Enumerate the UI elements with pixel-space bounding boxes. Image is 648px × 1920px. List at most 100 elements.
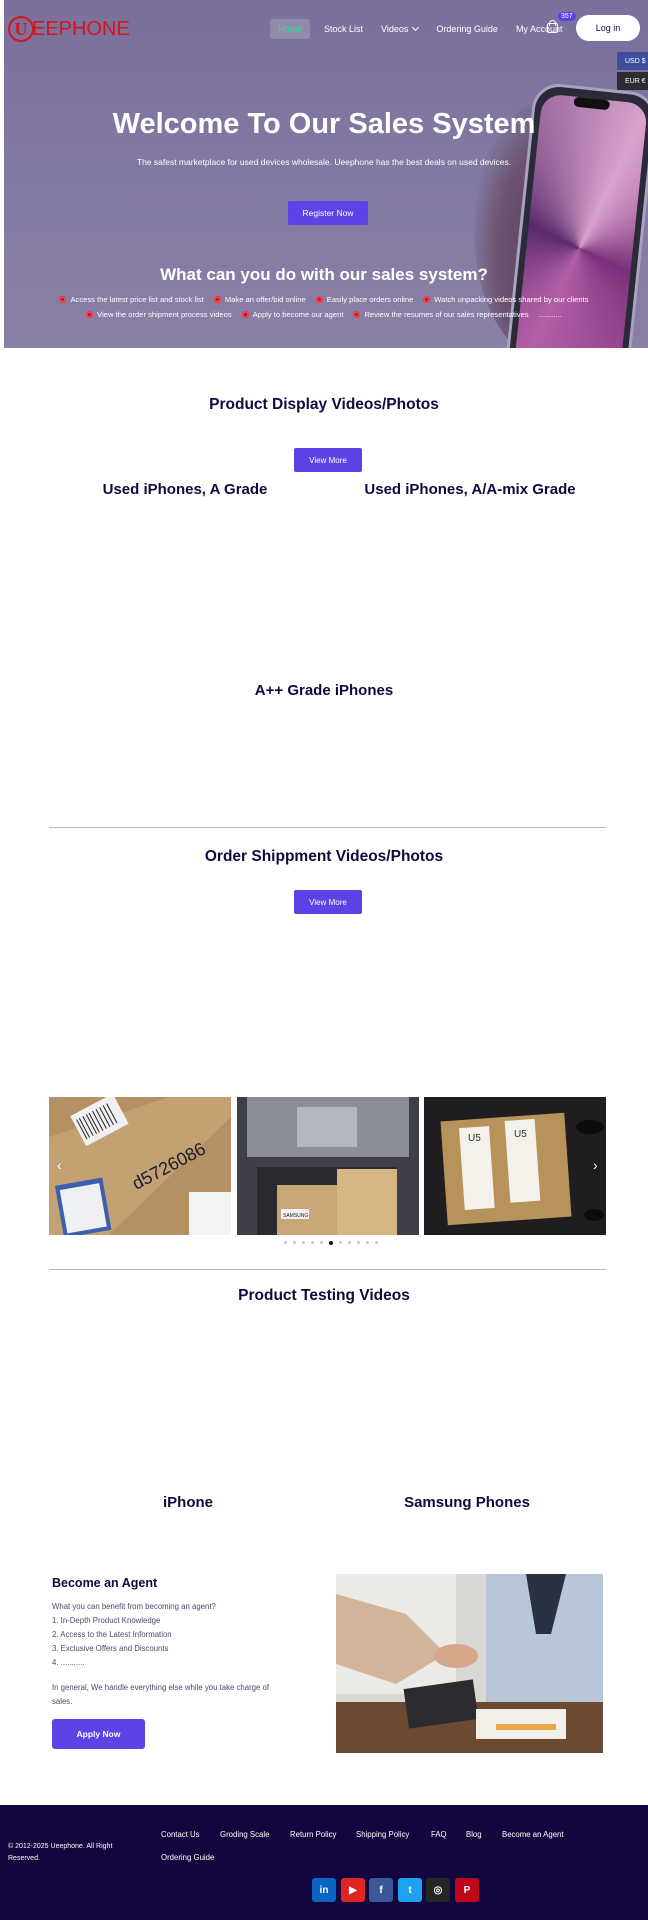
copyright-text: © 2012-2025 Ueephone. All Right Reserved…: [8, 1843, 113, 1862]
footer-link-ordering-guide[interactable]: Ordering Guide: [161, 1853, 214, 1862]
nav-home[interactable]: Home: [270, 19, 311, 39]
footer-link-return-policy[interactable]: Return Policy: [290, 1830, 336, 1839]
agent-benefit-intro: What you can benefit from becoming an ag…: [52, 1602, 216, 1611]
bullet-icon: [353, 311, 361, 318]
agent-benefit-item: 2. Access to the Latest Information: [52, 1630, 172, 1639]
features-row-1: Access the latest price list and stock l…: [0, 295, 648, 304]
footer-link-faq[interactable]: FAQ: [431, 1830, 447, 1839]
currency-eur[interactable]: EUR €: [617, 72, 648, 90]
box-label-text: U5: [514, 1129, 527, 1140]
shipment-title: Order Shippment Videos/Photos: [204, 848, 444, 865]
youtube-icon[interactable]: ▶: [341, 1878, 365, 1902]
pinterest-icon[interactable]: P: [455, 1878, 479, 1902]
footer-link-grading-scale[interactable]: Groding Scale: [220, 1830, 269, 1839]
instagram-icon[interactable]: ◎: [426, 1878, 450, 1902]
cart-count-badge: 357: [558, 12, 576, 21]
hero-phone-image: [474, 60, 648, 348]
feature-item: Easily place orders online: [315, 295, 414, 304]
features-row-2: View the order shipment process videos A…: [0, 310, 648, 319]
agent-summary: In general, We handle everything else wh…: [52, 1683, 270, 1692]
hero-subtitle: The safest marketplace for used devices …: [136, 157, 512, 167]
a-plus-plus-grade-title: A++ Grade iPhones: [254, 682, 394, 699]
box-label-text: U5: [468, 1133, 481, 1144]
carousel-slide[interactable]: SAMSUNG: [237, 1097, 419, 1235]
carousel-dot[interactable]: [284, 1241, 287, 1244]
footer-link-blog[interactable]: Blog: [466, 1830, 482, 1839]
login-button[interactable]: Log in: [576, 15, 640, 41]
feature-item: View the order shipment process videos: [86, 310, 232, 319]
bullet-icon: [315, 296, 323, 303]
shipment-view-more-button[interactable]: View More: [294, 890, 362, 914]
carousel-dot-active[interactable]: [329, 1240, 333, 1245]
box-brand-text: SAMSUNG: [283, 1213, 308, 1219]
chevron-left-icon[interactable]: ‹: [57, 1157, 62, 1173]
product-display-view-more-button[interactable]: View More: [294, 448, 362, 472]
agent-title: Become an Agent: [52, 1576, 158, 1590]
cart-icon[interactable]: [546, 20, 560, 34]
feature-label: Review the resumes of our sales represen…: [364, 310, 529, 319]
nav-ordering-guide[interactable]: Ordering Guide: [436, 24, 498, 34]
twitter-icon[interactable]: t: [398, 1878, 422, 1902]
agent-benefit-item: 1. In-Depth Product Knowledge: [52, 1616, 161, 1625]
site-logo[interactable]: U EEPHONE: [8, 14, 130, 44]
feature-item: Watch unpacking videos shared by our cli…: [423, 295, 589, 304]
feature-label: Access the latest price list and stock l…: [70, 295, 204, 304]
carousel-dot[interactable]: [320, 1241, 323, 1244]
samsung-phones-title: Samsung Phones: [404, 1494, 530, 1511]
agent-summary: sales.: [52, 1697, 73, 1706]
bullet-icon: [423, 296, 431, 303]
logo-mark: U: [8, 16, 34, 42]
bullet-icon: [59, 296, 67, 303]
bullet-icon: [86, 311, 94, 318]
handshake-image: [336, 1574, 603, 1753]
carousel-dot[interactable]: [339, 1241, 342, 1244]
hero-title: Welcome To Our Sales System: [112, 108, 536, 140]
divider: [49, 827, 606, 828]
chevron-right-icon[interactable]: ›: [593, 1157, 598, 1173]
feature-more: ...........: [538, 310, 562, 319]
carousel-dot[interactable]: [366, 1241, 369, 1244]
product-display-title: Product Display Videos/Photos: [209, 396, 439, 413]
carousel-dots: [284, 1240, 384, 1245]
used-iphones-a-mix-title: Used iPhones, A/A-mix Grade: [364, 481, 576, 498]
feature-item: Apply to become our agent: [241, 310, 344, 319]
used-iphones-a-grade-title: Used iPhones, A Grade: [102, 481, 268, 498]
feature-label: Watch unpacking videos shared by our cli…: [434, 295, 589, 304]
feature-item: Review the resumes of our sales represen…: [353, 310, 529, 319]
agent-benefit-item: 3. Exclusive Offers and Discounts: [52, 1644, 169, 1653]
main-nav: Home Stock List Videos Ordering Guide My…: [270, 18, 580, 40]
feature-label: Make an offer/bid online: [224, 295, 306, 304]
carousel-dot[interactable]: [302, 1241, 305, 1244]
feature-label: View the order shipment process videos: [97, 310, 232, 319]
feature-label: Easily place orders online: [326, 295, 414, 304]
facebook-icon[interactable]: f: [369, 1878, 393, 1902]
footer-link-contact-us[interactable]: Contact Us: [161, 1830, 200, 1839]
register-button[interactable]: Register Now: [288, 201, 368, 225]
product-testing-title: Product Testing Videos: [238, 1287, 410, 1304]
nav-videos[interactable]: Videos: [381, 23, 420, 34]
footer-link-shipping-policy[interactable]: Shipping Policy: [356, 1830, 409, 1839]
apply-now-button[interactable]: Apply Now: [52, 1719, 145, 1749]
currency-usd[interactable]: USD $: [617, 52, 648, 70]
carousel-dot[interactable]: [348, 1241, 351, 1244]
feature-item: Access the latest price list and stock l…: [59, 295, 204, 304]
chevron-down-icon: [412, 23, 420, 32]
carousel-slide[interactable]: U5 U5: [424, 1097, 606, 1235]
footer-link-become-an-agent[interactable]: Become an Agent: [502, 1830, 564, 1839]
divider: [49, 1269, 606, 1270]
carousel-dot[interactable]: [375, 1241, 378, 1244]
carousel-slide[interactable]: d5726086: [49, 1097, 231, 1235]
carousel-dot[interactable]: [311, 1241, 314, 1244]
feature-item: Make an offer/bid online: [213, 295, 306, 304]
features-title: What can you do with our sales system?: [160, 265, 488, 284]
linkedin-icon[interactable]: in: [312, 1878, 336, 1902]
carousel-dot[interactable]: [293, 1241, 296, 1244]
nav-stock-list[interactable]: Stock List: [324, 24, 363, 34]
bullet-icon: [241, 311, 249, 318]
page: U EEPHONE Home Stock List Videos Orderin…: [0, 0, 648, 1920]
carousel-dot[interactable]: [357, 1241, 360, 1244]
iphone-title: iPhone: [162, 1494, 213, 1511]
bullet-icon: [213, 296, 221, 303]
feature-label: Apply to become our agent: [252, 310, 344, 319]
logo-text: EEPHONE: [32, 17, 130, 40]
